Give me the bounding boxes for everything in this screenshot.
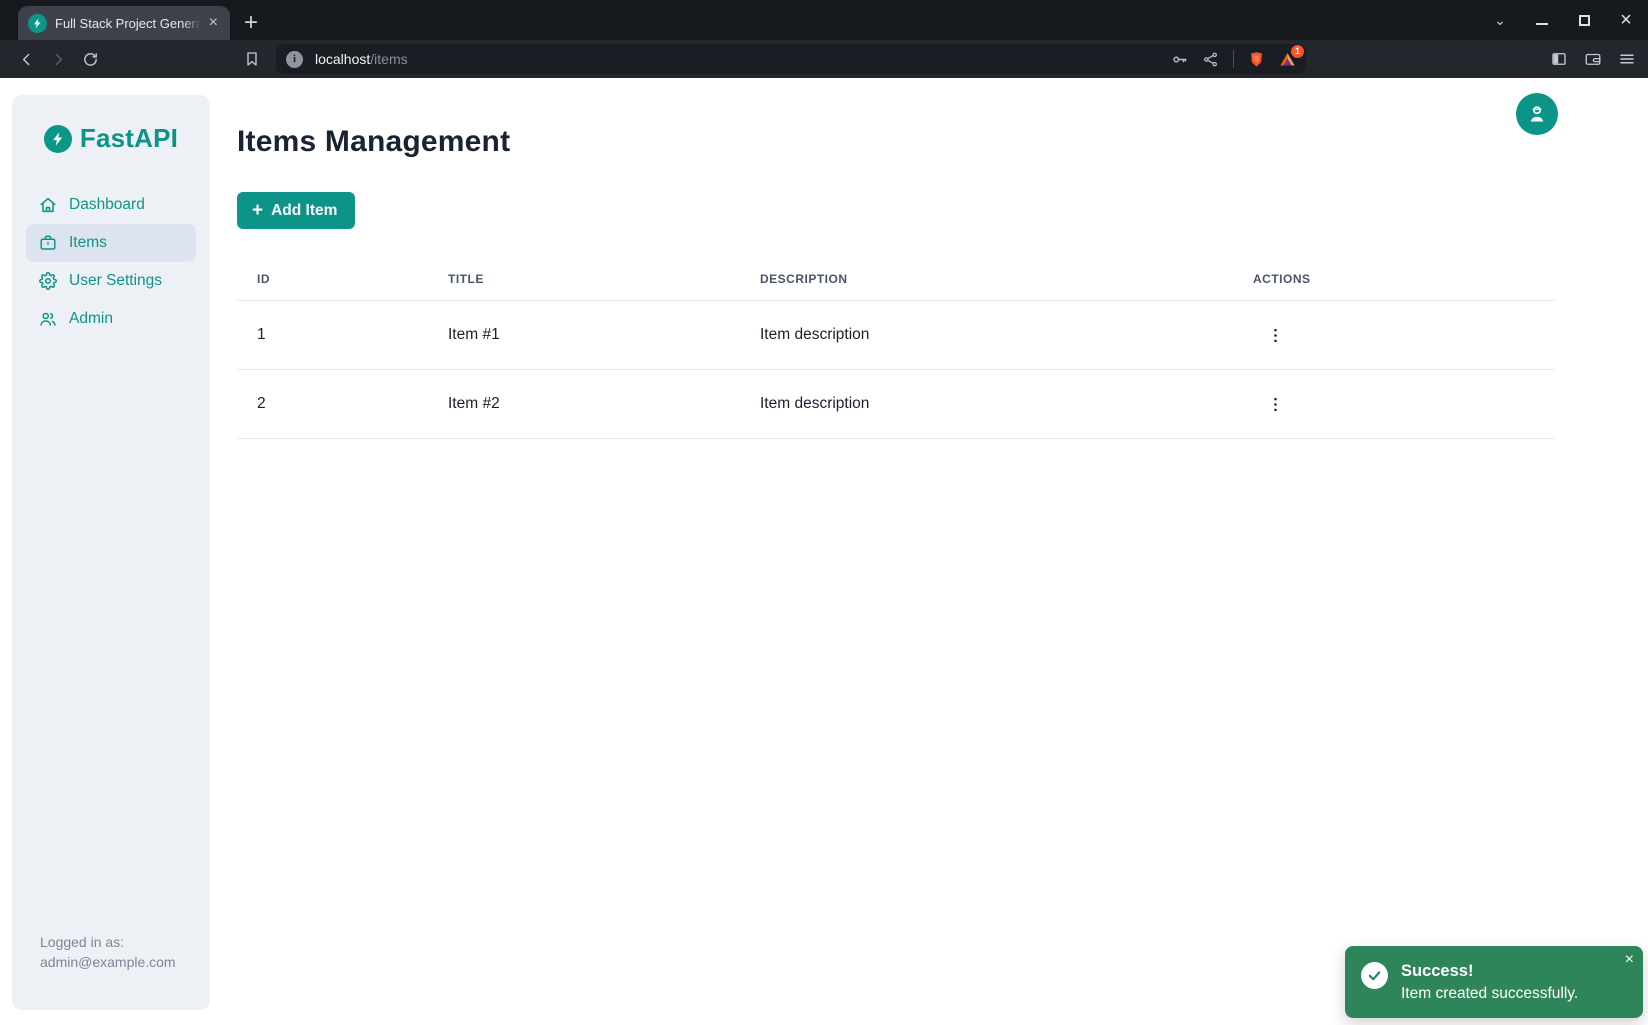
divider [1233,50,1234,68]
sidebar-item-dashboard[interactable]: Dashboard [26,186,196,224]
brave-shield-icon[interactable] [1248,51,1265,68]
back-icon[interactable] [12,45,40,73]
sidebar-item-label: Admin [69,310,113,328]
fastapi-bolt-icon [44,125,72,153]
items-table: ID TITLE DESCRIPTION ACTIONS 1 Item #1 I… [237,258,1555,439]
app-page: FastAPI Dashboard Items User Settings Ad… [0,78,1648,1025]
row-actions-kebab-icon[interactable] [1261,390,1289,418]
menu-hamburger-icon[interactable] [1618,50,1636,68]
fastapi-logo-text: FastAPI [80,123,178,154]
person-icon [1525,102,1549,126]
browser-toolbar: i localhost/items 1 [0,40,1648,78]
url-host: localhost [315,51,370,67]
share-icon[interactable] [1202,51,1219,68]
briefcase-icon [39,234,57,252]
tab-title: Full Stack Project Genera [55,16,205,31]
url-path: /items [370,51,407,67]
cell-description: Item description [740,301,1233,370]
browser-tab-bar: Full Stack Project Genera × + ⌄ × [0,0,1648,40]
url-bar[interactable]: i localhost/items 1 [276,44,1306,74]
sidebar-item-user-settings[interactable]: User Settings [26,262,196,300]
header-actions: ACTIONS [1233,258,1555,301]
url-text[interactable]: localhost/items [315,51,1171,67]
check-circle-icon [1361,962,1388,989]
sidebar-item-label: Dashboard [69,196,145,214]
cell-description: Item description [740,370,1233,439]
window-menu-chevron-icon[interactable]: ⌄ [1492,12,1508,28]
fastapi-logo: FastAPI [26,123,196,154]
main-content: Items Management + Add Item ID TITLE DES… [237,78,1648,439]
table-row: 1 Item #1 Item description [237,301,1555,370]
plus-icon: + [252,201,263,220]
home-icon [39,196,57,214]
window-close-icon[interactable]: × [1618,12,1634,28]
user-avatar-button[interactable] [1516,93,1558,135]
browser-tab[interactable]: Full Stack Project Genera × [18,6,230,40]
rewards-badge: 1 [1291,45,1304,58]
header-description: DESCRIPTION [740,258,1233,301]
header-title: TITLE [428,258,740,301]
sidebar-toggle-icon[interactable] [1550,50,1568,68]
wallet-icon[interactable] [1584,50,1602,68]
brave-rewards-icon[interactable]: 1 [1279,51,1296,68]
sidebar-item-admin[interactable]: Admin [26,300,196,338]
logged-in-info: Logged in as: admin@example.com [40,932,176,972]
toast-message: Item created successfully. [1401,983,1578,1005]
logged-in-label: Logged in as: [40,932,176,952]
sidebar: FastAPI Dashboard Items User Settings Ad… [12,95,210,1010]
sidebar-item-label: Items [69,234,107,252]
table-header-row: ID TITLE DESCRIPTION ACTIONS [237,258,1555,301]
bookmark-icon[interactable] [238,45,266,73]
reload-icon[interactable] [76,45,104,73]
users-icon [39,310,57,328]
site-info-icon[interactable]: i [286,51,303,68]
tab-close-icon[interactable]: × [205,13,222,33]
add-item-label: Add Item [271,202,337,220]
logged-in-email: admin@example.com [40,952,176,972]
cell-id: 1 [237,301,428,370]
window-maximize-icon[interactable] [1576,12,1592,28]
row-actions-kebab-icon[interactable] [1261,321,1289,349]
cell-title: Item #1 [428,301,740,370]
gear-icon [39,272,57,290]
fastapi-favicon-icon [28,14,47,33]
table-row: 2 Item #2 Item description [237,370,1555,439]
sidebar-item-label: User Settings [69,272,162,290]
header-id: ID [237,258,428,301]
add-item-button[interactable]: + Add Item [237,192,355,229]
toast-close-icon[interactable]: × [1625,952,1634,968]
cell-title: Item #2 [428,370,740,439]
new-tab-button[interactable]: + [244,11,258,35]
page-title: Items Management [237,125,1648,159]
key-icon[interactable] [1171,51,1188,68]
success-toast: Success! Item created successfully. × [1345,946,1643,1018]
cell-id: 2 [237,370,428,439]
forward-icon [44,45,72,73]
toast-title: Success! [1401,959,1578,983]
sidebar-item-items[interactable]: Items [26,224,196,262]
window-minimize-icon[interactable] [1534,12,1550,28]
